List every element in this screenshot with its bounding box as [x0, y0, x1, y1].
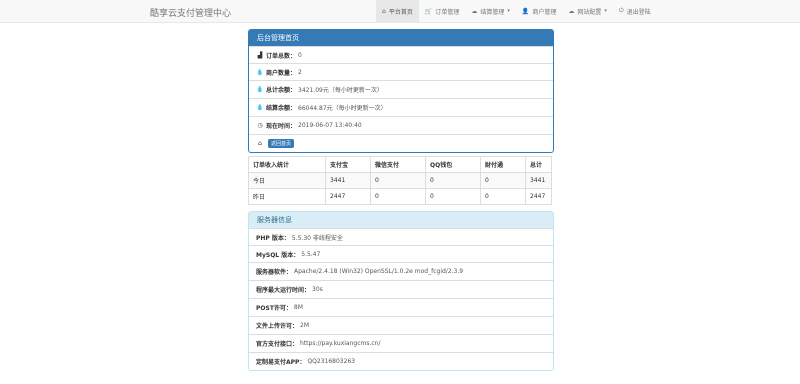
brand-title[interactable]: 酷享云支付管理中心	[150, 6, 231, 19]
top-navbar: 酷享云支付管理中心 ⌂ 平台首页 🛒 订单管理 ☁ 结算管理 ▾ 👤 商户管理 …	[0, 0, 800, 23]
back-row: ⌂ 返回首页	[249, 134, 553, 152]
table-cell: 3441	[525, 172, 552, 189]
logout-icon: ⏻	[618, 7, 624, 14]
table-cell: 昨日	[248, 188, 326, 205]
table-cell: 0	[425, 188, 481, 205]
table-cell: 2447	[525, 188, 552, 205]
server-info-row: MySQL 版本： 5.5.47	[249, 245, 553, 262]
table-header-row: 订单收入统计 支付宝 微信支付 QQ钱包 财付通 总计	[248, 156, 552, 173]
nav-item-logout[interactable]: ⏻ 退出登陆	[613, 0, 657, 22]
nav-item-home[interactable]: ⌂ 平台首页	[376, 0, 419, 22]
nav-item-orders[interactable]: 🛒 订单管理	[419, 0, 466, 22]
tint-icon: 💧	[256, 86, 264, 93]
server-info-row: 定制易支付APP： QQ2316803263	[249, 352, 553, 370]
home-icon: ⌂	[382, 7, 386, 15]
cart-icon: 🛒	[424, 7, 433, 15]
caret-down-icon: ▾	[507, 8, 510, 14]
nav-item-merchants[interactable]: 👤 商户管理	[516, 0, 563, 22]
stat-settlement-balance: 💧 结算余额： 66044.87元（每小时更新一次）	[249, 98, 553, 116]
table-row: 昨日 2447 0 0 0 2447	[248, 188, 552, 205]
stat-order-count: ▟ 订单总数： 0	[249, 46, 553, 63]
tint-icon: 💧	[256, 104, 264, 111]
nav-item-site-config[interactable]: ☁ 网站配置 ▾	[562, 0, 613, 22]
caret-down-icon: ▾	[604, 8, 607, 14]
nav-menu: ⌂ 平台首页 🛒 订单管理 ☁ 结算管理 ▾ 👤 商户管理 ☁ 网站配置 ▾ ⏻…	[376, 0, 657, 22]
table-header-cell: 支付宝	[325, 156, 371, 173]
server-info-title: 服务器信息	[249, 212, 553, 228]
table-header-cell: 微信支付	[370, 156, 426, 173]
overview-panel-title: 后台管理首页	[249, 30, 553, 46]
table-cell: 0	[480, 172, 526, 189]
tint-icon: 💧	[256, 68, 264, 76]
home-icon: ⌂	[258, 140, 262, 147]
server-info-row: PHP 版本： 5.5.30 非线程安全	[249, 228, 553, 245]
stat-current-time: ◷ 现在时间： 2019-06-07 13:40:40	[249, 116, 553, 134]
nav-item-settlement[interactable]: ☁ 结算管理 ▾	[465, 0, 516, 22]
clock-icon: ◷	[257, 122, 263, 129]
table-cell: 3441	[325, 172, 371, 189]
table-header-cell: 订单收入统计	[248, 156, 326, 173]
income-stats-table: 订单收入统计 支付宝 微信支付 QQ钱包 财付通 总计 今日 3441 0 0 …	[248, 156, 552, 205]
table-header-cell: 总计	[525, 156, 552, 173]
server-info-row: 服务器软件： Apache/2.4.18 (Win32) OpenSSL/1.0.…	[249, 262, 553, 280]
table-cell: 0	[370, 172, 426, 189]
server-info-row: 程序最大运行时间： 30s	[249, 280, 553, 298]
table-header-cell: QQ钱包	[425, 156, 481, 173]
server-info-panel: 服务器信息 PHP 版本： 5.5.30 非线程安全 MySQL 版本： 5.5.4…	[248, 211, 554, 371]
cloud-icon: ☁	[568, 7, 575, 15]
table-header-cell: 财付通	[480, 156, 526, 173]
table-cell: 0	[480, 188, 526, 205]
server-info-row: 文件上传许可： 2M	[249, 316, 553, 334]
table-cell: 2447	[325, 188, 371, 205]
user-icon: 👤	[521, 7, 530, 15]
table-cell: 今日	[248, 172, 326, 189]
server-info-row: POST许可： 8M	[249, 298, 553, 316]
back-home-button[interactable]: 返回首页	[268, 139, 295, 148]
server-info-row: 官方支付接口： https://pay.kuxiangcms.cn/	[249, 334, 553, 352]
overview-panel: 后台管理首页 ▟ 订单总数： 0 💧 商户数量： 2 💧 总计余额： 3421.09元…	[248, 29, 554, 153]
table-row: 今日 3441 0 0 0 3441	[248, 172, 552, 189]
bar-chart-icon: ▟	[257, 51, 263, 59]
cloud-icon: ☁	[471, 7, 478, 15]
table-cell: 0	[370, 188, 426, 205]
stat-total-balance: 💧 总计余额： 3421.09元（每小时更新一次）	[249, 80, 553, 98]
stat-merchant-count: 💧 商户数量： 2	[249, 63, 553, 80]
table-cell: 0	[425, 172, 481, 189]
